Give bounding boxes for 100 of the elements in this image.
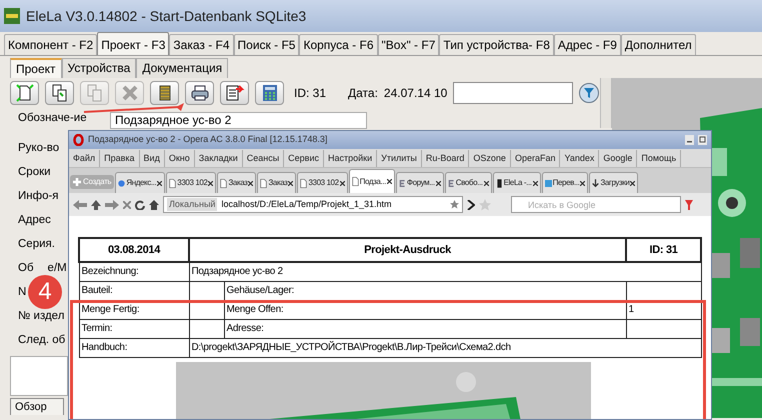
menu-item[interactable]: Закладки — [194, 150, 243, 166]
tab[interactable]: Проект - F3 — [97, 32, 170, 55]
tab[interactable]: Поиск - F5 — [234, 34, 300, 55]
notes-field[interactable] — [10, 356, 68, 396]
window-title: Подзарядное ус-во 2 - Opera AC 3.8.0 Final [12.15.1748.3] — [88, 133, 328, 146]
browser-tab[interactable]: Свобо... — [444, 172, 492, 193]
export-icon — [224, 83, 244, 103]
close-icon[interactable] — [630, 180, 636, 186]
close-icon[interactable] — [532, 180, 538, 186]
tab-label: Подза... — [360, 176, 386, 188]
close-icon[interactable] — [436, 180, 441, 186]
field-label: Инфо-я — [18, 190, 59, 202]
tab[interactable]: Обзор — [10, 398, 64, 415]
date-field[interactable] — [453, 82, 574, 104]
table-cell: Подзарядное ус-во 2 — [189, 262, 702, 281]
star-icon[interactable] — [479, 198, 491, 210]
browser-tab[interactable]: Подза... — [348, 169, 395, 193]
browser-tab[interactable]: Заказ — [217, 172, 256, 193]
tab[interactable]: Документация — [136, 58, 228, 78]
table-cell: Gehäuse/Lager: — [224, 281, 626, 300]
letter-e-icon — [448, 178, 455, 188]
field-label: Руко-во — [18, 142, 60, 154]
browser-tab[interactable]: EleLa -... — [492, 172, 541, 193]
close-icon[interactable] — [484, 180, 489, 186]
calculator-button[interactable] — [255, 81, 284, 105]
forward-icon[interactable] — [467, 200, 475, 210]
table-cell: Projekt-Ausdruck — [189, 238, 626, 262]
minimize-icon[interactable] — [685, 135, 694, 145]
close-icon[interactable] — [157, 180, 162, 186]
page-icon — [169, 178, 176, 188]
browser-tab[interactable]: Яндекс... — [115, 172, 166, 193]
browser-tab[interactable]: Форум... — [396, 172, 444, 193]
menu-item[interactable]: Google — [599, 150, 638, 166]
tab[interactable]: Тип устройства- F8 — [439, 34, 554, 55]
spool-button[interactable] — [150, 81, 179, 105]
tab-label: EleLa -... — [504, 177, 532, 189]
new-document-button[interactable] — [10, 81, 39, 105]
close-icon[interactable] — [340, 180, 345, 186]
menu-item[interactable]: Ru-Board — [422, 150, 470, 166]
star-icon[interactable] — [450, 200, 459, 209]
copy-button[interactable] — [45, 81, 74, 105]
name-field[interactable]: Подзарядное ус-во 2 — [110, 112, 367, 129]
close-icon[interactable] — [386, 179, 392, 184]
menu-item[interactable]: Правка — [100, 150, 140, 166]
menu-item[interactable]: Окно — [164, 150, 195, 166]
restore-icon[interactable] — [698, 135, 707, 145]
home-icon[interactable] — [149, 200, 159, 210]
id-label: ID: 31 — [294, 85, 326, 102]
printer-button[interactable] — [185, 81, 214, 105]
menu-item[interactable]: Yandex — [560, 150, 600, 166]
filter-button[interactable] — [579, 83, 600, 103]
tab-label: Перев... — [552, 177, 580, 189]
table-cell: Termin: — [79, 319, 189, 338]
step-badge: 4 — [28, 275, 62, 309]
menu-item[interactable]: OSzone — [469, 150, 511, 166]
field-label: Серия. — [18, 238, 55, 250]
close-icon[interactable] — [580, 180, 586, 186]
menu-item[interactable]: Вид — [140, 150, 165, 166]
tab[interactable]: Заказ - F4 — [169, 34, 234, 55]
scrollbar[interactable] — [600, 78, 612, 128]
tab[interactable]: Проект — [10, 58, 62, 78]
download-icon — [592, 178, 600, 188]
menu-item[interactable]: Сервис — [284, 150, 324, 166]
browser-tab[interactable]: Перев... — [542, 172, 588, 193]
menu-item[interactable]: Помощь — [637, 150, 682, 166]
tab[interactable]: Устройства — [62, 58, 136, 78]
menu-item[interactable]: Настройки — [324, 150, 378, 166]
tab[interactable]: Компонент - F2 — [4, 34, 98, 55]
field-label: Адрес — [18, 214, 51, 226]
search-field[interactable]: Искать в Google — [511, 196, 681, 213]
close-icon[interactable] — [288, 180, 294, 186]
menu-item[interactable]: Сеансы — [242, 150, 284, 166]
chip-icon — [496, 178, 503, 188]
table-cell: Handbuch: — [79, 338, 189, 357]
printer-icon — [190, 83, 210, 103]
close-icon[interactable] — [248, 180, 254, 186]
table-cell: Menge Fertig: — [79, 300, 189, 319]
reload-icon[interactable] — [135, 200, 145, 210]
back-icon[interactable] — [73, 200, 87, 210]
tab[interactable]: Адрес - F9 — [554, 34, 621, 55]
browser-tab[interactable]: Загрузки — [589, 172, 638, 193]
tab[interactable]: Корпуса - F6 — [299, 34, 378, 55]
menu-item[interactable]: OperaFan — [510, 150, 560, 166]
browser-tab[interactable]: 3303 102 — [166, 172, 216, 193]
date-value: 24.07.14 10 — [384, 85, 448, 102]
field-label: N — [18, 286, 26, 298]
up-icon[interactable] — [91, 200, 101, 210]
field-label: Об — [18, 262, 34, 274]
menu-item[interactable]: Утилиты — [377, 150, 422, 166]
copy-icon — [50, 83, 70, 103]
address-field[interactable]: Локальный localhost/D:/EleLa/Temp/Projekt_1_31.htm — [163, 196, 463, 213]
export-button[interactable] — [220, 81, 249, 105]
stop-icon[interactable] — [123, 200, 131, 208]
close-icon[interactable] — [208, 180, 214, 186]
tab[interactable]: "Box" - F7 — [378, 34, 440, 55]
browser-tab[interactable]: 3303 102 — [297, 172, 348, 193]
browser-tab[interactable]: Заказ — [257, 172, 296, 193]
tab[interactable]: Дополнител — [620, 34, 696, 55]
tab-label: Загрузки — [600, 177, 630, 189]
menu-item[interactable]: Файл — [69, 150, 100, 166]
